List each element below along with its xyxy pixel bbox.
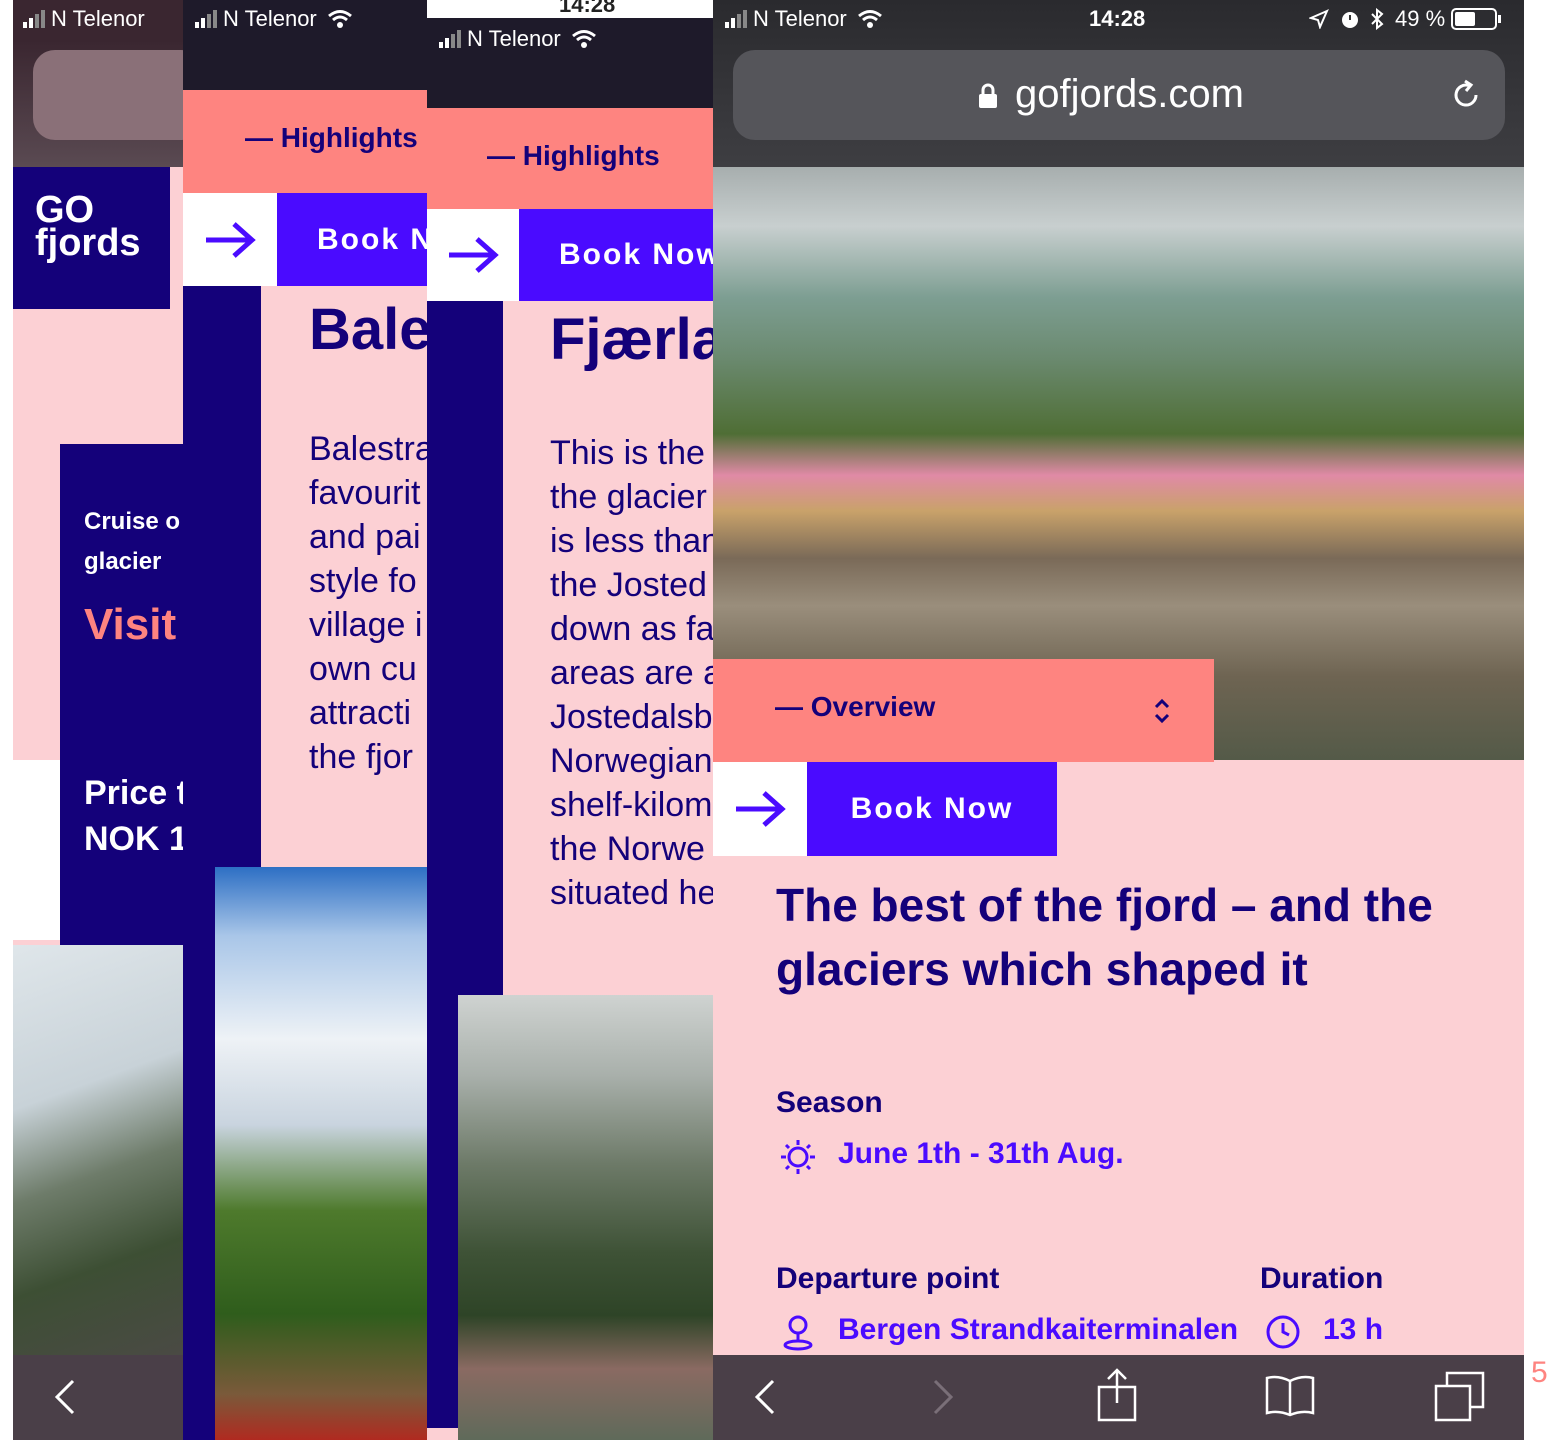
logo-block[interactable]: GO fjords — [13, 167, 170, 309]
carrier-label: N Telenor — [467, 26, 561, 51]
visit-link[interactable]: Visit — [84, 600, 176, 650]
screen-3: 14:28 N Telenor — Highlights Book Now Fj… — [427, 0, 713, 1440]
season-label: Season — [776, 1086, 883, 1119]
status-bar-content: N Telenor — [439, 26, 597, 52]
overview-dropdown[interactable]: — Overview — [713, 659, 1214, 762]
alarm-icon — [1342, 12, 1358, 28]
duration-label: Duration — [1260, 1262, 1384, 1295]
arrow-right-icon — [206, 221, 256, 258]
signal-icon — [23, 10, 45, 28]
back-icon[interactable] — [751, 1377, 777, 1417]
chevron-updown-icon — [1154, 698, 1170, 724]
place-description: Balestra favourit and pai style fo villa… — [309, 430, 427, 776]
share-icon[interactable] — [1096, 1367, 1138, 1423]
address-bar[interactable]: gofjords.com — [733, 50, 1505, 140]
arrow-box[interactable] — [183, 193, 277, 286]
status-bar-left: N Telenor — [725, 6, 883, 32]
glacier-photo — [13, 945, 183, 1355]
forward-icon[interactable] — [931, 1377, 957, 1417]
fog-photo — [458, 995, 713, 1440]
carrier-label: N Telenor — [51, 6, 145, 31]
book-now-button[interactable]: Book Now — [519, 209, 713, 301]
address-bar[interactable] — [33, 50, 183, 140]
carrier-label: N Telenor — [223, 6, 317, 31]
overview-label: — Overview — [775, 691, 936, 722]
price-text-1: Price t — [84, 774, 183, 812]
status-bar-right: 49 % — [1309, 6, 1503, 32]
screen-4: N Telenor 14:28 49 % gofjords.com — Over… — [713, 0, 1524, 1440]
time-partial: 14:28 — [559, 0, 616, 17]
book-now-button[interactable]: Book N — [277, 193, 427, 286]
tour-card: Cruise o glacier Visit Price t NOK 1 — [60, 444, 183, 945]
status-bar-content: N Telenor — [195, 6, 353, 32]
tour-heading-line1: The best of the fjord – and the — [776, 879, 1433, 931]
battery-label: 49 % — [1395, 6, 1446, 31]
url-text: gofjords.com — [1015, 72, 1244, 116]
carrier-label: N Telenor — [753, 6, 847, 31]
cruise-text-1: Cruise o — [84, 508, 181, 535]
screen-2: N Telenor — Highlights Book N Bale Bales… — [183, 0, 427, 1440]
duration-value: 13 h — [1323, 1313, 1384, 1346]
place-title: Bale — [309, 297, 427, 362]
bookmarks-icon[interactable] — [1264, 1373, 1316, 1417]
screen-1: N Telenor GO fjords Cruise o glacier Vis… — [13, 0, 183, 1440]
arrow-right-icon — [449, 237, 499, 273]
battery-icon — [1451, 8, 1502, 30]
logo-text-bottom: fjords — [35, 222, 141, 264]
signal-icon — [439, 30, 461, 48]
place-description: This is the v the glacier is less than t… — [550, 434, 713, 912]
highlights-label: — Highlights — [487, 140, 660, 171]
page-number: 5 — [1531, 1356, 1548, 1389]
location-arrow-icon — [1309, 9, 1329, 29]
clock-icon — [1266, 1315, 1300, 1349]
highlights-bar[interactable]: — Highlights — [427, 108, 713, 209]
back-icon[interactable] — [51, 1377, 77, 1417]
signal-icon — [195, 10, 217, 28]
village-photo — [215, 867, 427, 1440]
browser-toolbar — [13, 1355, 183, 1440]
reload-icon[interactable] — [1449, 78, 1483, 112]
sun-icon — [781, 1140, 815, 1174]
arrow-box[interactable] — [713, 762, 807, 856]
arrow-box[interactable] — [427, 209, 519, 301]
price-text-2: NOK 1 — [84, 820, 183, 858]
status-time: 14:28 — [1089, 6, 1146, 31]
departure-value: Bergen Strandkaiterminalen — [838, 1313, 1239, 1346]
browser-toolbar — [713, 1355, 1524, 1440]
wifi-icon — [857, 10, 882, 28]
highlights-label: — Highlights — [245, 122, 418, 153]
highlights-bar[interactable]: — Highlights — [183, 90, 427, 193]
wifi-icon — [327, 10, 352, 28]
tabs-icon[interactable] — [1433, 1369, 1487, 1423]
tour-heading-line2: glaciers which shaped it — [776, 943, 1308, 995]
location-pin-icon — [783, 1315, 813, 1351]
place-title: Fjærla — [550, 307, 713, 372]
departure-label: Departure point — [776, 1262, 1000, 1295]
bluetooth-icon — [1371, 8, 1384, 30]
book-now-button[interactable]: Book Now — [807, 762, 1057, 856]
cruise-text-2: glacier — [84, 548, 162, 575]
signal-icon — [725, 10, 747, 28]
arrow-right-icon — [736, 791, 786, 827]
status-bar-content: N Telenor — [23, 6, 145, 32]
wifi-icon — [571, 30, 596, 48]
lock-icon — [979, 83, 997, 108]
season-value: June 1th - 31th Aug. — [838, 1137, 1124, 1170]
